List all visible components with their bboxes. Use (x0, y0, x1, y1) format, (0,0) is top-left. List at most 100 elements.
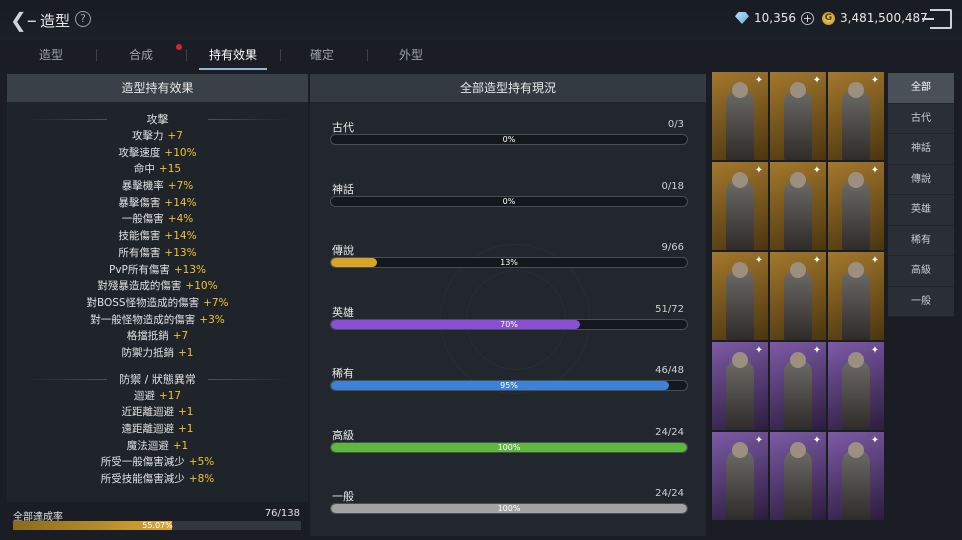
gold-amount: 3,481,500,487 (840, 11, 928, 25)
effect-row: 對一般怪物造成的傷害 +3% (7, 312, 308, 329)
costume-card[interactable]: ✦ (770, 72, 826, 160)
costume-card[interactable]: ✦ (770, 252, 826, 340)
filter-6[interactable]: 高級 (888, 256, 954, 287)
costume-figure (784, 180, 812, 250)
effect-row: 命中 +15 (7, 161, 308, 178)
costume-card[interactable]: ✦ (828, 432, 884, 520)
costume-card[interactable]: ✦ (712, 342, 768, 430)
effect-name: 暴擊傷害 (118, 196, 161, 209)
effect-value: +10% (164, 146, 197, 159)
effect-value: +14% (164, 196, 197, 209)
back-arrow-icon[interactable]: ❮– (10, 8, 37, 32)
grade-name: 古代 (332, 121, 354, 134)
effect-name: 迴避 (133, 389, 155, 402)
grade-row: 稀有 46/48 95% (330, 365, 688, 405)
costume-figure (842, 270, 870, 340)
filter-5[interactable]: 稀有 (888, 225, 954, 256)
effect-value: +7% (203, 296, 229, 309)
costume-figure (726, 270, 754, 340)
tab-confirm[interactable]: 確定 (286, 44, 358, 70)
effect-value: +5% (188, 456, 215, 469)
costume-card[interactable]: ✦ (770, 432, 826, 520)
help-icon[interactable]: ? (75, 11, 91, 27)
grade-mark-icon: ✦ (754, 165, 764, 176)
grade-mark-icon: ✦ (754, 435, 764, 446)
grade-mark-icon: ✦ (870, 255, 880, 266)
effect-name: 技能傷害 (118, 230, 161, 243)
total-count: 76/138 (264, 508, 300, 519)
grade-name: 高級 (332, 428, 354, 442)
effect-value: +1 (178, 346, 194, 359)
grade-name: 一般 (332, 490, 354, 503)
costume-card[interactable]: ✦ (712, 432, 768, 520)
page-title: 造型 (40, 12, 71, 30)
tab-appearance[interactable]: 外型 (375, 44, 447, 70)
costume-card[interactable]: ✦ (770, 342, 826, 430)
effect-value: +3% (199, 313, 225, 326)
filter-3[interactable]: 傳說 (888, 164, 954, 195)
effect-row: PvP所有傷害 +13% (7, 262, 308, 279)
tab-divider (367, 49, 368, 61)
effect-row: 近距離迴避 +1 (7, 404, 308, 421)
costume-head (790, 172, 806, 188)
add-diamond-button[interactable]: + (801, 11, 814, 25)
filter-7[interactable]: 一般 (888, 286, 954, 317)
grade-count: 9/66 (661, 242, 684, 253)
total-percent: 55.07% (142, 521, 173, 530)
effect-name: 一般傷害 (121, 213, 164, 226)
filter-4[interactable]: 英雄 (888, 195, 954, 226)
tab-owned-effects[interactable]: 持有效果 (191, 44, 275, 70)
costume-card[interactable]: ✦ (712, 162, 768, 250)
exit-icon[interactable] (922, 9, 952, 29)
costume-card[interactable]: ✦ (828, 252, 884, 340)
costume-gallery: ✦ ✦ ✦ ✦ ✦ ✦ ✦ ✦ ✦ ✦ ✦ ✦ ✦ ✦ ✦ (712, 72, 886, 534)
effect-row: 迴避 +17 (7, 388, 308, 405)
costume-head (790, 442, 806, 458)
costume-figure (784, 270, 812, 340)
grade-percent: 100% (497, 504, 521, 513)
effect-value: +4% (167, 213, 194, 226)
grade-name: 稀有 (332, 367, 354, 380)
costume-card[interactable]: ✦ (770, 162, 826, 250)
costume-head (848, 82, 864, 98)
filter-2[interactable]: 神話 (888, 134, 954, 165)
tab-costume[interactable]: 造型 (15, 44, 87, 70)
filter-1[interactable]: 古代 (888, 103, 954, 134)
costume-figure (842, 360, 870, 430)
effect-row: 對殘暴造成的傷害 +10% (7, 278, 308, 295)
costume-head (790, 82, 806, 98)
effect-value: +10% (185, 280, 218, 293)
effect-name: 暴擊機率 (121, 180, 164, 193)
costume-card[interactable]: ✦ (712, 72, 768, 160)
effect-name: 所受一般傷害減少 (100, 456, 185, 469)
effect-row: 魔法迴避 +1 (7, 438, 308, 455)
filter-0[interactable]: 全部 (888, 73, 954, 104)
costume-figure (784, 360, 812, 430)
diamond-currency: 10,356 + (735, 11, 814, 25)
grade-percent: 100% (497, 442, 521, 452)
effect-value: +1 (178, 406, 194, 419)
effect-value: +13% (164, 246, 197, 259)
gold-coin-icon: G (822, 11, 835, 25)
costume-head (732, 442, 748, 458)
attack-section-title: 攻擊 (7, 111, 308, 128)
effect-value: +1 (178, 423, 194, 435)
costume-figure (726, 90, 754, 160)
costume-card[interactable]: ✦ (712, 252, 768, 340)
effect-value: +15 (158, 163, 182, 176)
tab-synthesis[interactable]: 合成 (105, 44, 177, 70)
costume-card[interactable]: ✦ (828, 72, 884, 160)
costume-head (732, 172, 748, 188)
effect-row: 格擋抵銷 +7 (7, 328, 308, 345)
grade-percent: 95% (500, 381, 518, 390)
effect-name: 攻擊力 (132, 130, 164, 142)
effect-value: +17 (158, 389, 182, 402)
costume-card[interactable]: ✦ (828, 162, 884, 250)
defense-effects-list: 迴避 +17 近距離迴避 +1 遠距離迴避 +1 魔法迴避 +1 所受一般傷害減少 +5% 所受技能… (7, 388, 308, 488)
grade-row: 傳說 9/66 13% (330, 242, 688, 282)
grade-name: 英雄 (332, 305, 354, 319)
costume-card[interactable]: ✦ (828, 342, 884, 430)
grade-percent: 0% (502, 196, 516, 206)
effect-name: PvP所有傷害 (108, 263, 170, 276)
grade-mark-icon: ✦ (870, 345, 880, 356)
